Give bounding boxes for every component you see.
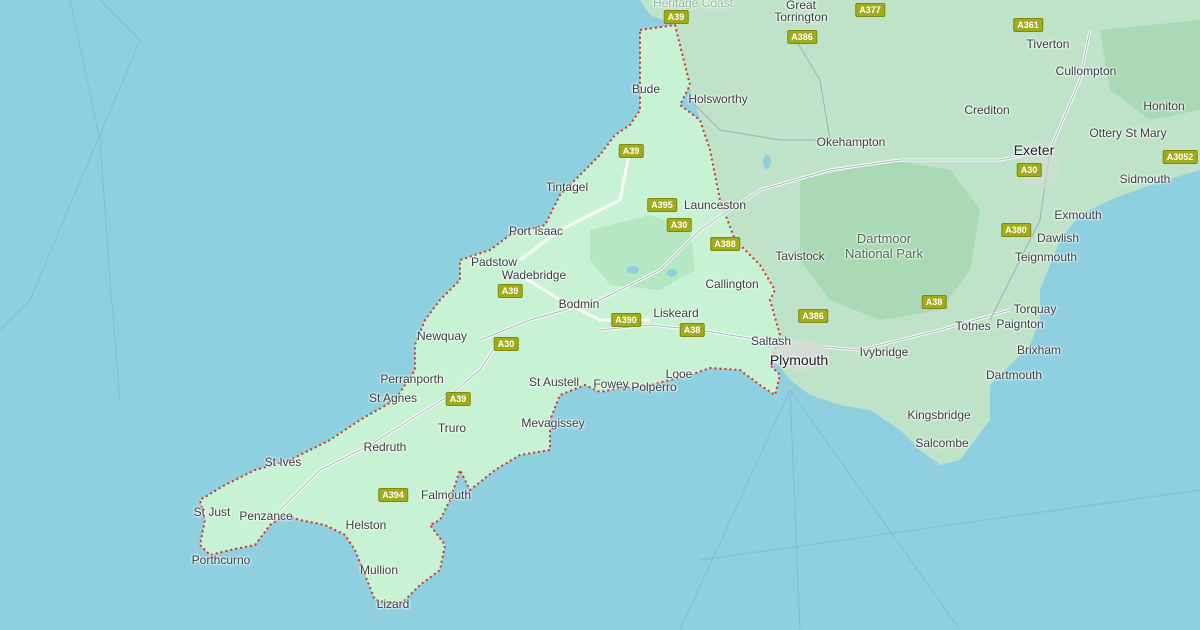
place-label: Tintagel [545,180,589,194]
place-label: Truro [437,421,467,435]
place-label: Ottery St Mary [1089,126,1167,140]
place-label: Tavistock [775,249,825,263]
place-label: Liskeard [653,306,699,320]
place-label: Heritage Coast [652,0,734,10]
road-shield: A30 [1016,163,1042,177]
place-label: Mullion [359,563,399,577]
place-label: St Austell [528,375,580,389]
place-label: Cullompton [1055,64,1117,78]
place-label: Tiverton [1026,37,1070,51]
place-label: Crediton [964,103,1010,117]
place-label: Port Isaac [508,224,564,238]
place-label: Totnes [955,319,991,333]
place-label: Penzance [239,509,293,523]
place-label: Saltash [750,334,792,348]
place-label: Bude [631,82,661,96]
place-label: Launceston [683,198,747,212]
road-shield: A380 [1001,223,1031,237]
national-park-label: Dartmoor National Park [844,231,924,261]
place-label: Sidmouth [1119,172,1171,186]
place-label: Plymouth [769,352,829,368]
road-shield: A39 [497,284,523,298]
road-shield: A3052 [1162,150,1198,164]
place-label: Newquay [416,329,468,343]
road-shield: A395 [647,198,677,212]
place-label: Redruth [363,440,407,454]
place-label: Salcombe [915,436,969,450]
place-label: Fowey [593,377,629,391]
place-label: Ivybridge [859,345,909,359]
place-label: Okehampton [816,135,886,149]
place-label: Mevagissey [521,416,585,430]
road-shield: A361 [1013,18,1043,32]
place-label: Lizard [376,597,410,611]
place-label: Holsworthy [688,92,748,106]
place-label: Dawlish [1036,231,1080,245]
road-shield: A38 [921,295,947,309]
place-label: Falmouth [420,488,472,502]
place-label: Helston [345,518,387,532]
place-label: Perranporth [380,372,444,386]
road-shield: A30 [493,337,519,351]
place-label: Porthcurno [191,553,251,567]
place-label: Brixham [1016,343,1062,357]
road-shield: A377 [855,3,885,17]
place-label: Paignton [996,317,1044,331]
place-label: Exmouth [1054,208,1102,222]
place-label: Bodmin [558,297,600,311]
place-label: Exeter [1013,142,1055,158]
place-label: Dartmouth [985,368,1043,382]
place-label: Torquay [1013,302,1057,316]
road-shield: A386 [787,30,817,44]
place-label: St Just [193,505,231,519]
road-shield: A39 [618,144,644,158]
place-label: St Agnes [368,391,418,405]
road-shield: A30 [666,218,692,232]
place-label: Kingsbridge [907,408,971,422]
place-label: Polperro [631,380,677,394]
place-label: Wadebridge [501,268,567,282]
place-label: Padstow [470,255,518,269]
road-shield: A386 [798,309,828,323]
place-label: Honiton [1143,99,1185,113]
road-shield: A390 [611,313,641,327]
place-label: Callington [705,277,759,291]
place-label: Teignmouth [1014,250,1078,264]
road-shield: A39 [445,392,471,406]
road-shield: A38 [679,323,705,337]
road-shield: A394 [378,488,408,502]
place-label: Looe [665,367,693,381]
place-label: St Ives [264,455,302,469]
place-label: Torrington [774,10,828,24]
road-shield: A39 [663,10,689,24]
map-view[interactable]: Heritage Coast Bude Holsworthy Great Tor… [0,0,1200,630]
road-shield: A388 [710,237,740,251]
